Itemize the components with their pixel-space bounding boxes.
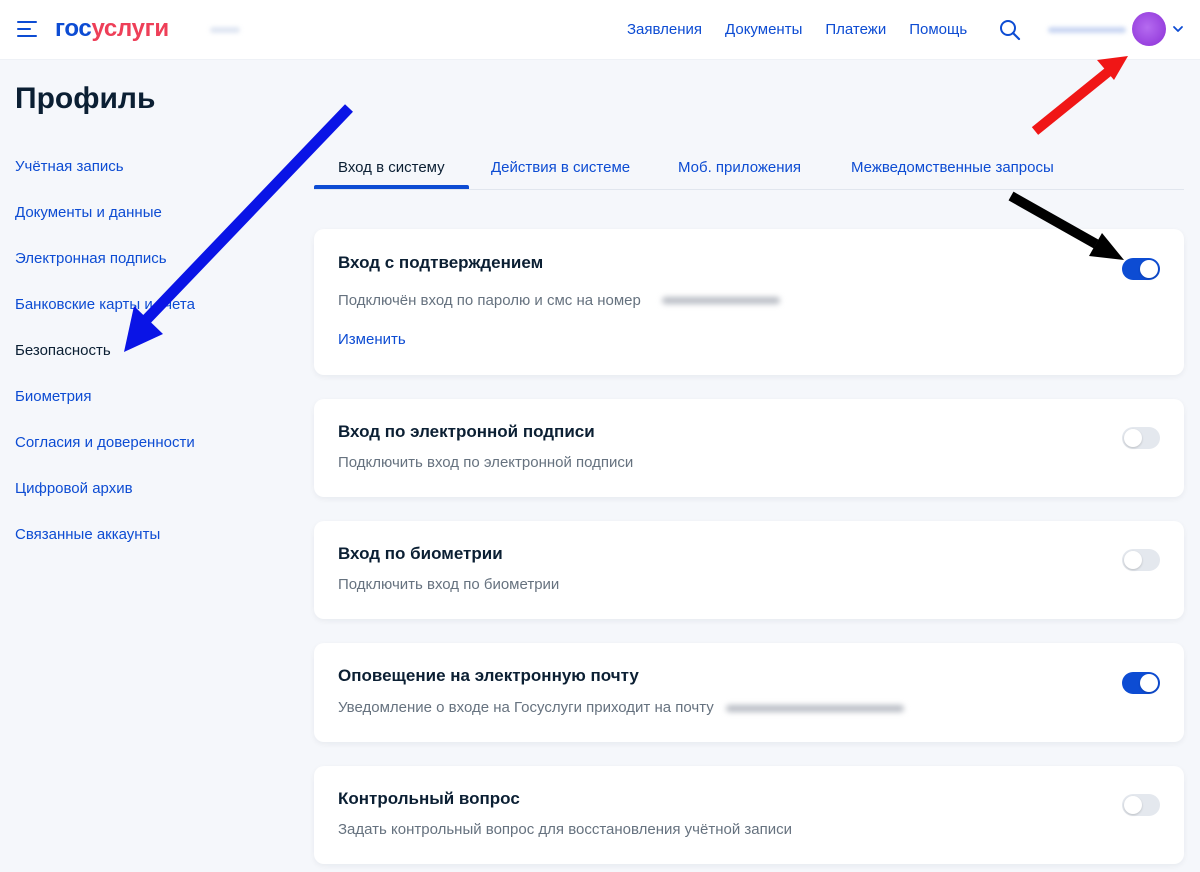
avatar[interactable]	[1132, 12, 1166, 46]
sidebar-item-digital-archive[interactable]: Цифровой архив	[15, 478, 275, 524]
username-redacted	[1048, 27, 1126, 33]
sidebar-item-e-signature[interactable]: Электронная подпись	[15, 248, 275, 294]
card-description: Подключить вход по электронной подписи	[338, 454, 634, 471]
toggle-email-notification[interactable]	[1122, 672, 1160, 694]
card-description: Задать контрольный вопрос для восстановл…	[338, 821, 792, 838]
gosuslugi-logo[interactable]: госуслуги	[55, 15, 169, 43]
email-redacted	[726, 705, 904, 712]
sidebar-item-account[interactable]: Учётная запись	[15, 156, 275, 202]
red-annotation-arrow	[1031, 56, 1128, 135]
top-navigation: Заявления Документы Платежи Помощь	[627, 20, 990, 40]
logo-part-uslugi: услуги	[91, 15, 169, 42]
card-title: Контрольный вопрос	[338, 789, 520, 808]
toggle-login-confirmation[interactable]	[1122, 258, 1160, 280]
toggle-security-question[interactable]	[1122, 794, 1160, 816]
phone-redacted	[662, 297, 780, 304]
tab-mobile-apps[interactable]: Моб. приложения	[678, 158, 801, 178]
active-tab-indicator	[314, 185, 469, 189]
card-title: Оповещение на электронную почту	[338, 666, 639, 685]
card-title: Вход по биометрии	[338, 544, 503, 563]
menu-icon[interactable]	[17, 21, 37, 37]
search-icon[interactable]	[999, 19, 1021, 41]
sidebar-item-linked-accounts[interactable]: Связанные аккаунты	[15, 524, 275, 570]
nav-link-applications[interactable]: Заявления	[627, 20, 702, 40]
security-tabs: Вход в систему Действия в системе Моб. п…	[314, 144, 1184, 190]
page-title: Профиль	[15, 82, 156, 115]
nav-link-help[interactable]: Помощь	[909, 20, 967, 40]
card-security-question: Контрольный вопрос Задать контрольный во…	[314, 766, 1184, 864]
chevron-down-icon[interactable]	[1172, 24, 1184, 34]
toggle-e-signature[interactable]	[1122, 427, 1160, 449]
change-link[interactable]: Изменить	[338, 330, 406, 350]
card-description: Подключён вход по паролю и смс на номер	[338, 292, 641, 309]
card-login-e-signature: Вход по электронной подписи Подключить в…	[314, 399, 1184, 497]
region-redacted	[210, 27, 240, 33]
card-login-with-confirmation: Вход с подтверждением Подключён вход по …	[314, 229, 1184, 375]
card-description: Подключить вход по биометрии	[338, 576, 560, 593]
top-header: госуслуги Заявления Документы Платежи По…	[0, 0, 1200, 60]
profile-sidebar: Учётная запись Документы и данные Электр…	[15, 156, 275, 570]
tab-interagency-requests[interactable]: Межведомственные запросы	[851, 158, 1054, 178]
logo-part-gos: гос	[55, 15, 92, 42]
tab-login[interactable]: Вход в систему	[338, 158, 445, 178]
card-description: Уведомление о входе на Госуслуги приходи…	[338, 699, 714, 716]
toggle-biometrics[interactable]	[1122, 549, 1160, 571]
sidebar-item-documents[interactable]: Документы и данные	[15, 202, 275, 248]
card-title: Вход с подтверждением	[338, 253, 544, 272]
sidebar-item-bank-cards[interactable]: Банковские карты и счета	[15, 294, 275, 340]
tab-system-actions[interactable]: Действия в системе	[491, 158, 630, 178]
sidebar-item-biometrics[interactable]: Биометрия	[15, 386, 275, 432]
card-title: Вход по электронной подписи	[338, 422, 595, 441]
card-login-biometrics: Вход по биометрии Подключить вход по био…	[314, 521, 1184, 619]
sidebar-item-security[interactable]: Безопасность	[15, 340, 275, 386]
nav-link-payments[interactable]: Платежи	[825, 20, 886, 40]
nav-link-documents[interactable]: Документы	[725, 20, 802, 40]
card-email-notification: Оповещение на электронную почту Уведомле…	[314, 643, 1184, 742]
sidebar-item-consents[interactable]: Согласия и доверенности	[15, 432, 275, 478]
